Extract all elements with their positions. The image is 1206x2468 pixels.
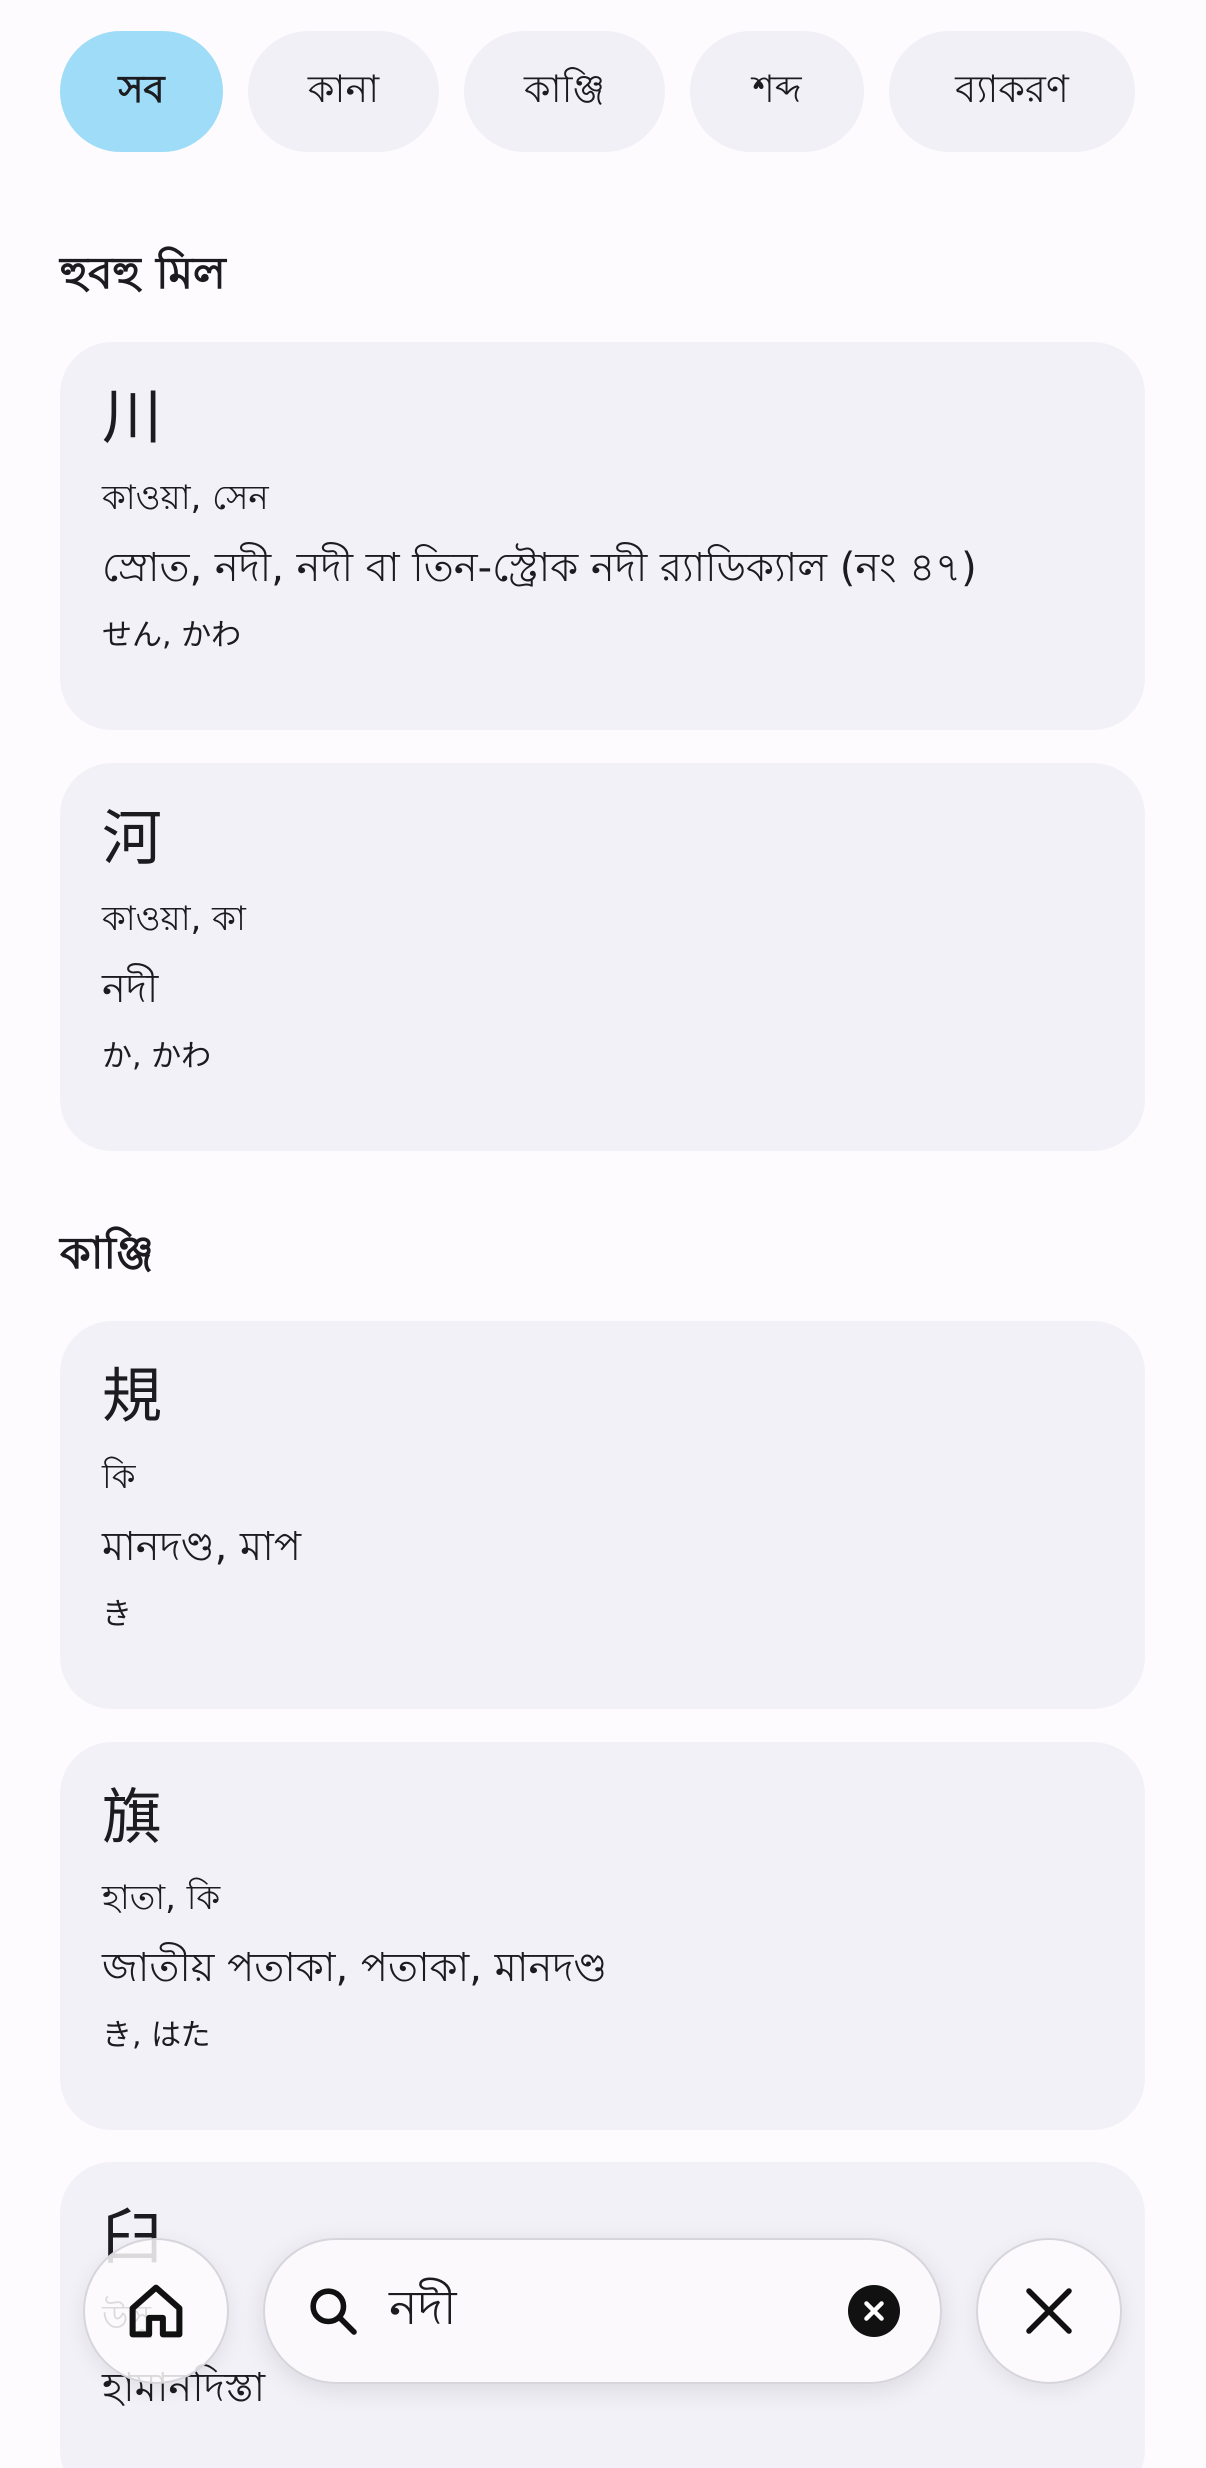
filter-chip-grammar[interactable]: ব্যাকরণ [889, 31, 1135, 152]
close-search-button[interactable] [976, 2238, 1122, 2384]
reading-text: কাওয়া, কা [102, 899, 246, 939]
meaning-text: নদী [102, 966, 159, 1012]
kanji-glyph: 川 [102, 383, 162, 453]
home-icon [129, 2284, 183, 2338]
kana-reading-text: き [102, 1597, 132, 1632]
result-card[interactable]: 河 কাওয়া, কা নদী か, かわ [60, 763, 1145, 1151]
search-icon [310, 2288, 357, 2335]
filter-chip-word[interactable]: শব্দ [690, 31, 864, 152]
filter-chip-all[interactable]: সব [60, 31, 223, 152]
result-card[interactable]: 旗 হাতা, কি জাতীয় পতাকা, পতাকা, মানদণ্ড … [60, 1742, 1145, 2130]
kanji-glyph: 河 [102, 804, 162, 874]
section-title-kanji: কাঞ্জি [60, 1228, 154, 1279]
search-bar[interactable]: নদী [263, 2238, 942, 2384]
meaning-text: স্রোত, নদী, নদী বা তিন-স্ট্রোক নদী র‌্যা… [102, 545, 977, 591]
kana-reading-text: せん, かわ [102, 618, 242, 653]
search-input[interactable]: নদী [389, 2272, 848, 2351]
meaning-text: জাতীয় পতাকা, পতাকা, মানদণ্ড [102, 1945, 608, 1991]
section-title-exact-match: হুবহু মিল [60, 248, 226, 299]
reading-text: কি [102, 1457, 136, 1497]
kanji-glyph: 旗 [102, 1783, 162, 1853]
clear-search-button[interactable] [848, 2285, 900, 2337]
close-icon [1026, 2288, 1072, 2334]
result-card[interactable]: 川 কাওয়া, সেন স্রোত, নদী, নদী বা তিন-স্ট… [60, 342, 1145, 730]
reading-text: হাতা, কি [102, 1878, 221, 1918]
home-button[interactable] [83, 2238, 229, 2384]
filter-chip-kanji[interactable]: কাঞ্জি [464, 31, 665, 152]
kana-reading-text: き, はた [102, 2018, 211, 2053]
filter-chip-kana[interactable]: কানা [248, 31, 439, 152]
result-card[interactable]: 規 কি মানদণ্ড, মাপ き [60, 1321, 1145, 1709]
clear-circle-icon [864, 2301, 884, 2321]
search-results-screen: সব কানা কাঞ্জি শব্দ ব্যাকরণ হুবহু মিল 川 … [0, 0, 1206, 2468]
reading-text: কাওয়া, সেন [102, 478, 269, 518]
filter-chip-row: সব কানা কাঞ্জি শব্দ ব্যাকরণ [60, 31, 1146, 152]
meaning-text: মানদণ্ড, মাপ [102, 1524, 302, 1570]
kanji-glyph: 規 [102, 1362, 162, 1432]
kana-reading-text: か, かわ [102, 1039, 212, 1074]
